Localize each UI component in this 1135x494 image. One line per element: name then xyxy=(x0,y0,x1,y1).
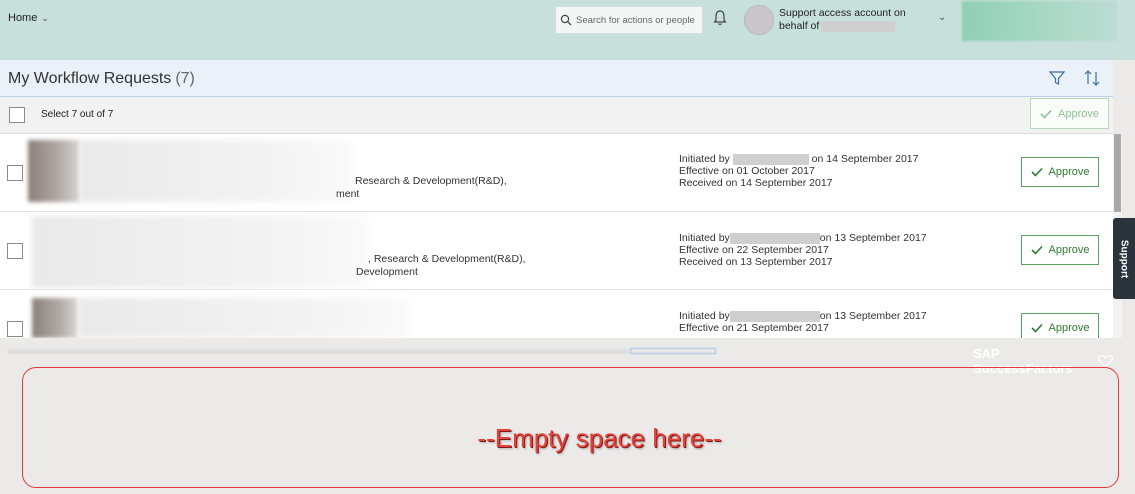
copyright-link[interactable] xyxy=(629,348,716,355)
department-line2: ment xyxy=(336,188,360,200)
approve-all-button[interactable]: Approve xyxy=(1030,98,1109,129)
redacted-details xyxy=(32,216,368,288)
initiated-prefix: Initiated by xyxy=(679,232,730,244)
home-label: Home xyxy=(8,12,38,24)
select-all-checkbox[interactable] xyxy=(9,107,25,123)
request-count: (7) xyxy=(175,70,195,87)
select-all-label: Select 7 out of 7 xyxy=(41,109,114,120)
redacted-name xyxy=(729,232,820,244)
avatar[interactable] xyxy=(744,5,774,35)
empty-space-annotation: --Empty space here-- xyxy=(22,367,1119,488)
copyright-text-blurred xyxy=(8,348,716,355)
approve-button[interactable]: Approve xyxy=(1021,157,1099,187)
shell-header: Home ⌄ Support access account on behalf … xyxy=(0,0,1135,60)
row-checkbox[interactable] xyxy=(7,165,23,181)
initiated-prefix: Initiated by xyxy=(679,153,730,165)
search-icon xyxy=(560,14,572,26)
approve-all-label: Approve xyxy=(1058,107,1099,120)
initiated-date: on 13 September 2017 xyxy=(819,310,927,322)
page-title: My Workflow Requests (7) xyxy=(8,70,195,88)
approve-label: Approve xyxy=(1048,166,1090,178)
chevron-down-icon[interactable]: ⌄ xyxy=(938,12,946,23)
footer: SAP SuccessFactors xyxy=(0,340,1113,376)
list-item[interactable]: , Research & Development(R&D), Developme… xyxy=(0,212,1113,290)
employee-photo xyxy=(28,140,80,202)
approve-label: Approve xyxy=(1048,322,1090,334)
request-meta: Initiated by on 14 September 2017 Effect… xyxy=(679,153,918,189)
received-date: Received on 14 September 2017 xyxy=(679,177,833,189)
initiated-prefix: Initiated by xyxy=(679,310,730,322)
approve-button[interactable]: Approve xyxy=(1021,235,1099,265)
department-line1: Research & Development(R&D), xyxy=(355,175,507,187)
bell-icon[interactable] xyxy=(713,9,727,32)
filter-icon[interactable] xyxy=(1048,69,1066,92)
initiated-line: Initiated by on 13 September 2017 xyxy=(679,310,927,322)
received-date: Received on 13 September 2017 xyxy=(679,256,833,268)
copyright-placeholder xyxy=(8,348,628,354)
page-title-text: My Workflow Requests xyxy=(8,70,172,87)
annotation-text: --Empty space here-- xyxy=(477,423,722,453)
approve-label: Approve xyxy=(1048,244,1090,256)
account-line2: behalf of xyxy=(779,20,820,32)
account-menu[interactable]: Support access account on behalf of xyxy=(779,7,929,33)
department-line2: Development xyxy=(356,266,418,278)
support-tab-label: Support xyxy=(1118,239,1130,278)
check-icon xyxy=(1040,109,1052,119)
home-menu[interactable]: Home ⌄ xyxy=(8,12,49,24)
search-input[interactable] xyxy=(576,14,700,26)
list-item[interactable]: Research & Development(R&D), ment Initia… xyxy=(0,134,1113,212)
check-icon xyxy=(1030,323,1043,333)
initiated-date: on 14 September 2017 xyxy=(811,153,919,165)
account-line2-wrap: behalf of xyxy=(779,20,929,33)
support-tab[interactable]: Support xyxy=(1113,218,1135,299)
request-list: Research & Development(R&D), ment Initia… xyxy=(0,134,1113,338)
scrollbar-thumb[interactable] xyxy=(1114,134,1121,212)
initiated-date: on 13 September 2017 xyxy=(819,232,927,244)
select-all-bar: Select 7 out of 7 Approve xyxy=(0,97,1113,134)
effective-date: Effective on 01 October 2017 xyxy=(679,165,815,177)
approve-button[interactable]: Approve xyxy=(1021,313,1099,338)
initiated-line: Initiated by on 13 September 2017 xyxy=(679,232,927,244)
redacted-details xyxy=(78,298,408,338)
chevron-down-icon: ⌄ xyxy=(41,12,49,23)
row-checkbox[interactable] xyxy=(7,243,23,259)
company-logo xyxy=(962,1,1117,41)
request-meta: Initiated by on 13 September 2017 Effecti… xyxy=(679,232,927,268)
department-line1: , Research & Development(R&D), xyxy=(368,253,526,265)
redacted-name xyxy=(821,20,896,32)
check-icon xyxy=(1030,245,1043,255)
account-line1: Support access account on xyxy=(779,7,906,19)
list-item[interactable]: Initiated by on 13 September 2017 Effecti… xyxy=(0,290,1113,338)
redacted-name xyxy=(729,310,820,322)
redacted-name xyxy=(732,153,809,165)
list-toolbar: My Workflow Requests (7) xyxy=(0,60,1113,97)
employee-photo xyxy=(32,298,78,338)
search-box[interactable] xyxy=(555,6,703,34)
heart-icon xyxy=(1097,354,1113,368)
effective-date: Effective on 21 September 2017 xyxy=(679,322,829,334)
check-icon xyxy=(1030,167,1043,177)
sort-icon[interactable] xyxy=(1083,69,1103,92)
initiated-line: Initiated by on 14 September 2017 xyxy=(679,153,918,165)
redacted-details xyxy=(80,140,352,202)
row-checkbox[interactable] xyxy=(7,321,23,337)
request-meta: Initiated by on 13 September 2017 Effecti… xyxy=(679,310,927,334)
effective-date: Effective on 22 September 2017 xyxy=(679,244,829,256)
